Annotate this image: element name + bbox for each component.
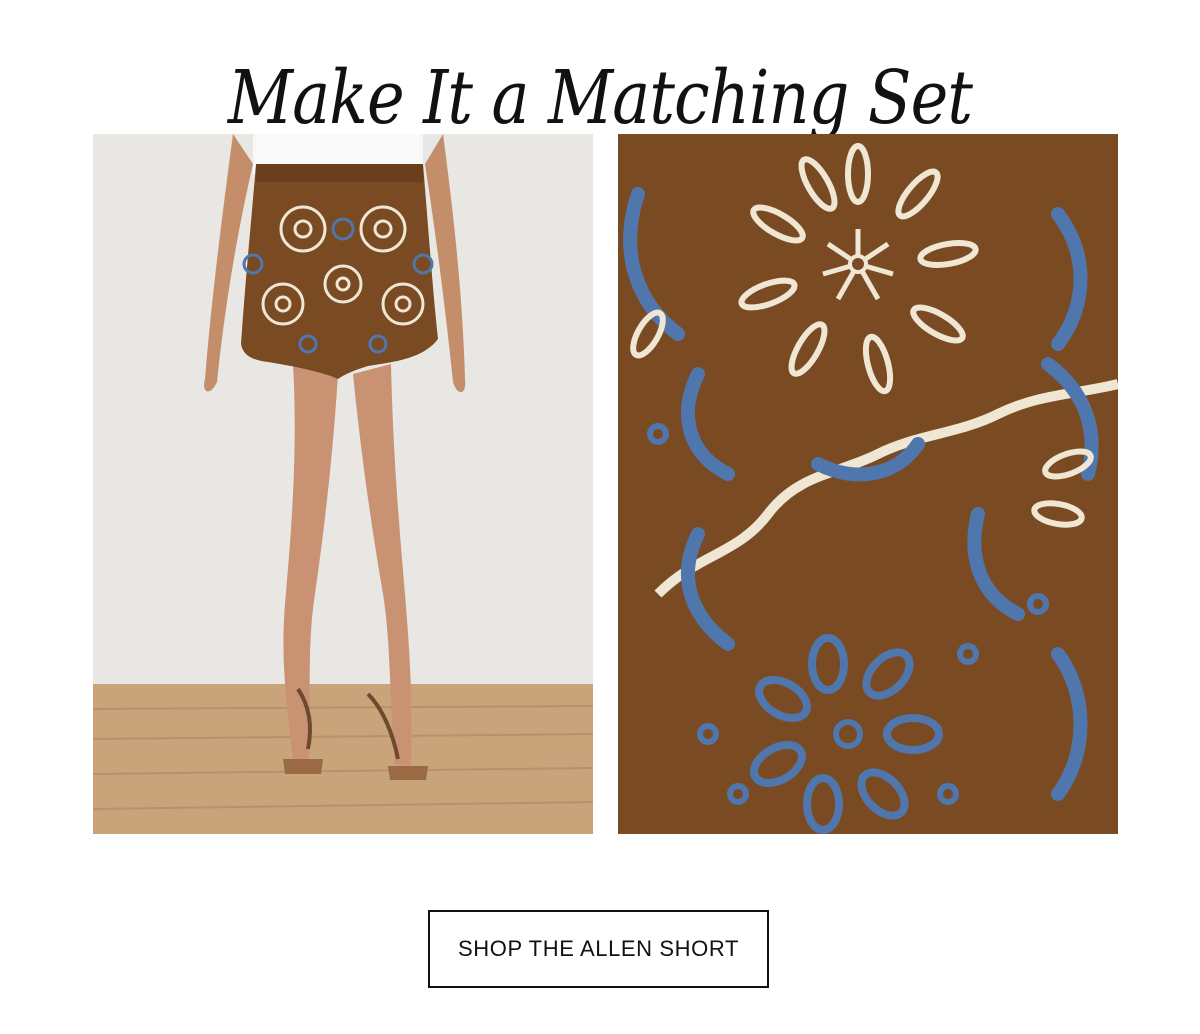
shop-the-allen-short-button[interactable]: SHOP THE ALLEN SHORT bbox=[428, 910, 769, 988]
embroidery-illustration bbox=[618, 134, 1118, 834]
model-illustration bbox=[93, 134, 593, 834]
product-photo-detail[interactable] bbox=[618, 134, 1118, 834]
product-photo-model[interactable] bbox=[93, 134, 593, 834]
